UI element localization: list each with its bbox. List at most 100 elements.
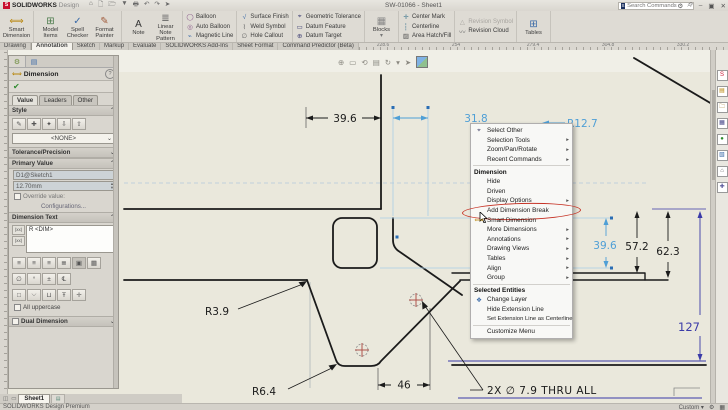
close-icon[interactable]: ✕	[721, 2, 726, 10]
all-uppercase-checkbox[interactable]	[14, 304, 21, 311]
geometric-tolerance-button[interactable]: ⌖Geometric Tolerance	[296, 13, 361, 22]
style-save-icon[interactable]: ⇩	[57, 118, 71, 130]
menu-item-annotations[interactable]: Annotations▸	[471, 235, 572, 245]
dim-r3-9[interactable]: R3.9	[205, 306, 229, 318]
menu-item-align[interactable]: Align▸	[471, 263, 572, 273]
smart-dimension-button[interactable]: ⟺Smart Dimension	[3, 15, 30, 39]
dim-46[interactable]: 46	[397, 380, 411, 392]
sheet-settings-icon[interactable]: ▾	[396, 58, 400, 67]
dimension-127[interactable]: 127	[678, 211, 702, 361]
align-center-icon[interactable]: ≡	[27, 257, 41, 269]
tab-command-predictor[interactable]: Command Predictor (Beta)	[278, 42, 358, 50]
text-frame-icon[interactable]: ▦	[87, 257, 101, 269]
style-apply-default-icon[interactable]: ✎	[12, 118, 26, 130]
spell-checker-button[interactable]: ✓Spell Checker	[64, 15, 91, 39]
menu-item-group[interactable]: Group▸	[471, 273, 572, 283]
balloon-button[interactable]: ◯Balloon	[186, 13, 233, 22]
dim-62-3[interactable]: 62.3	[656, 246, 679, 258]
new-document-icon[interactable]: 🗋	[98, 0, 103, 11]
menu-item-driven[interactable]: Driven	[471, 187, 572, 197]
status-grid-icon[interactable]: ▦	[719, 404, 725, 410]
text-position-icon[interactable]: ▣	[72, 257, 86, 269]
appearances-icon[interactable]: ●	[717, 134, 728, 145]
propertymanager-tab[interactable]: ⚙	[9, 56, 26, 67]
tables-button[interactable]: ⊞Tables	[520, 18, 547, 36]
primary-value-section-header[interactable]: Primary Value⌃	[9, 158, 118, 169]
dimension-46[interactable]: 46	[378, 380, 430, 392]
home-icon[interactable]: ⌂	[89, 0, 93, 11]
more-symbols-icon[interactable]: ✛	[72, 289, 86, 301]
panel-scrollbar[interactable]	[113, 56, 118, 388]
tab-sketch[interactable]: Sketch	[73, 42, 100, 50]
override-value-row[interactable]: Override value:	[9, 192, 118, 201]
menu-item-smart-dimension[interactable]: ⟺Smart Dimension	[471, 215, 572, 225]
dim-57-2[interactable]: 57.2	[625, 241, 648, 253]
sheet-nav-icon[interactable]: ◫	[2, 396, 9, 402]
open-icon[interactable]: 🗁	[108, 0, 116, 11]
dual-dimension-section-header[interactable]: Dual Dimension⌄	[9, 316, 118, 327]
linear-note-pattern-button[interactable]: ≣Linear Note Pattern	[152, 12, 179, 42]
zoom-scale-dropdown[interactable]: Custom ▾	[679, 404, 704, 410]
undo-icon[interactable]: ↶	[144, 0, 149, 11]
tab-value[interactable]: Value	[12, 95, 38, 105]
menu-item-recent-commands[interactable]: Recent Commands▸	[471, 155, 572, 165]
note-button[interactable]: ANote	[125, 18, 152, 36]
rotate-view-icon[interactable]: ↻	[385, 58, 391, 67]
datum-feature-button[interactable]: ▭Datum Feature	[296, 22, 361, 31]
dimension-width-top[interactable]: 39.6	[306, 113, 381, 125]
restore-icon[interactable]: ▣	[708, 2, 714, 10]
dim-hole-callout[interactable]: 2X ∅ 7.9 THRU ALL	[487, 385, 597, 397]
style-dropdown[interactable]: <NONE>⌄	[12, 133, 115, 144]
dimension-value-field[interactable]: 12.70mm ▲▼	[13, 181, 114, 191]
previous-view-icon[interactable]: ⟲	[361, 58, 367, 67]
dimension-name-field[interactable]: D1@Sketch1	[13, 170, 114, 180]
options-gear-icon[interactable]: ⚙	[677, 2, 683, 10]
tab-other[interactable]: Other	[73, 95, 98, 105]
style-section-header[interactable]: Style⌃	[9, 105, 118, 116]
view-palette-icon[interactable]: ▦	[717, 118, 728, 129]
tab-leaders[interactable]: Leaders	[39, 95, 71, 105]
add-sheet-tab[interactable]: ▤	[51, 394, 65, 404]
surface-finish-button[interactable]: √Surface Finish	[240, 13, 288, 22]
model-items-button[interactable]: ⊞Model Items	[37, 15, 64, 39]
style-load-icon[interactable]: ⇧	[72, 118, 86, 130]
menu-item-display-options[interactable]: Display Options▸	[471, 196, 572, 206]
dim-39-6-vertical[interactable]: 39.6	[593, 240, 617, 252]
tolerance-section-header[interactable]: Tolerance/Precision⌄	[9, 147, 118, 158]
degree-symbol-icon[interactable]: °	[27, 273, 41, 285]
dimension-62-3[interactable]: 62.3	[656, 211, 679, 278]
dimension-57-2[interactable]: 57.2	[625, 211, 648, 273]
tab-sheet-format[interactable]: Sheet Format	[233, 42, 278, 50]
ok-check-icon[interactable]: ✔	[13, 82, 20, 91]
tab-evaluate[interactable]: Evaluate	[129, 42, 161, 50]
centerline-button[interactable]: ┆Centerline	[402, 22, 451, 31]
style-add-icon[interactable]: ✚	[27, 118, 41, 130]
tab-drawing[interactable]: Drawing	[0, 42, 31, 50]
menu-item-select-other[interactable]: ⌖Select Other	[471, 126, 572, 136]
hole-center-marks[interactable]	[355, 293, 423, 357]
print-icon[interactable]: 🖶	[133, 0, 139, 11]
tab-solidworks-add-ins[interactable]: SOLIDWORKS Add-Ins	[161, 42, 233, 50]
menu-item-zoom-pan-rotate[interactable]: Zoom/Pan/Rotate▸	[471, 145, 572, 155]
zoom-fit-icon[interactable]: ⊕	[338, 58, 344, 67]
design-library-icon[interactable]: ▤	[717, 86, 728, 97]
paren-chip2-icon[interactable]: (xx)	[12, 236, 25, 246]
cad-models-icon[interactable]: ✚	[717, 182, 728, 193]
depth-symbol-icon[interactable]: Ŧ	[57, 289, 71, 301]
dim-127[interactable]: 127	[678, 320, 700, 334]
minimize-icon[interactable]: –	[699, 2, 703, 9]
section-view-icon[interactable]: ▤	[373, 58, 380, 67]
format-painter-button[interactable]: ✎Format Painter	[91, 15, 118, 39]
counterbore-symbol-icon[interactable]: ⊔	[42, 289, 56, 301]
align-left-icon[interactable]: ≡	[12, 257, 26, 269]
menu-item-change-layer[interactable]: ❖Change Layer	[471, 295, 572, 305]
menu-item-hide-extension-line[interactable]: Hide Extension Line	[471, 305, 572, 315]
sheet-nav2-icon[interactable]: ▭	[10, 396, 17, 402]
menu-item-tables[interactable]: Tables▸	[471, 254, 572, 264]
override-checkbox[interactable]	[14, 193, 21, 200]
save-icon[interactable]: ▼	[121, 0, 127, 11]
arrow-icon[interactable]: ➤	[405, 58, 411, 67]
plus-minus-symbol-icon[interactable]: ±	[42, 273, 56, 285]
zoom-area-icon[interactable]: ▭	[349, 58, 356, 67]
forum-icon[interactable]: ⌂	[717, 166, 728, 177]
